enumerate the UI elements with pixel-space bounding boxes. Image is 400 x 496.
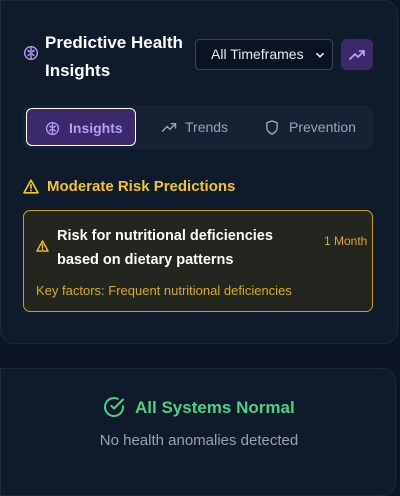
brain-icon bbox=[23, 45, 39, 61]
chevron-down-icon bbox=[315, 52, 325, 58]
risk-prediction-factors: Key factors: Frequent nutritional defici… bbox=[36, 283, 292, 298]
brain-icon bbox=[45, 121, 60, 136]
tab-insights[interactable]: Insights bbox=[26, 108, 136, 146]
timeframe-select[interactable]: All Timeframes bbox=[195, 39, 333, 70]
status-card: All Systems Normal No health anomalies d… bbox=[0, 368, 396, 496]
tab-prevention-label: Prevention bbox=[289, 119, 356, 135]
tab-trends[interactable]: Trends bbox=[159, 108, 239, 146]
status-title-label: All Systems Normal bbox=[135, 398, 295, 417]
page-title: Predictive Health Insights bbox=[45, 33, 183, 80]
tab-prevention[interactable]: Prevention bbox=[263, 108, 367, 146]
shield-icon bbox=[266, 120, 278, 135]
tab-bar: Insights Trends Prevention bbox=[23, 105, 373, 149]
trend-button[interactable] bbox=[341, 39, 373, 70]
insights-card: Predictive Health Insights All Timeframe… bbox=[0, 0, 398, 344]
timeframe-select-value: All Timeframes bbox=[211, 46, 304, 62]
trending-up-icon bbox=[161, 123, 177, 132]
trending-up-icon bbox=[349, 50, 365, 60]
check-circle-icon bbox=[104, 397, 124, 417]
tab-insights-label: Insights bbox=[69, 120, 123, 136]
warning-icon bbox=[36, 240, 49, 252]
risk-section-label: Moderate Risk Predictions bbox=[47, 178, 236, 195]
tab-trends-label: Trends bbox=[185, 119, 229, 135]
risk-prediction-timeframe: 1 Month bbox=[324, 234, 368, 248]
risk-prediction-title: Risk for nutritional deficiencies based … bbox=[57, 228, 273, 268]
card-header: Predictive Health Insights All Timeframe… bbox=[23, 29, 373, 85]
risk-prediction-card[interactable]: Risk for nutritional deficiencies based … bbox=[23, 210, 373, 312]
status-subtitle: No health anomalies detected bbox=[99, 432, 299, 449]
warning-icon bbox=[23, 179, 39, 194]
